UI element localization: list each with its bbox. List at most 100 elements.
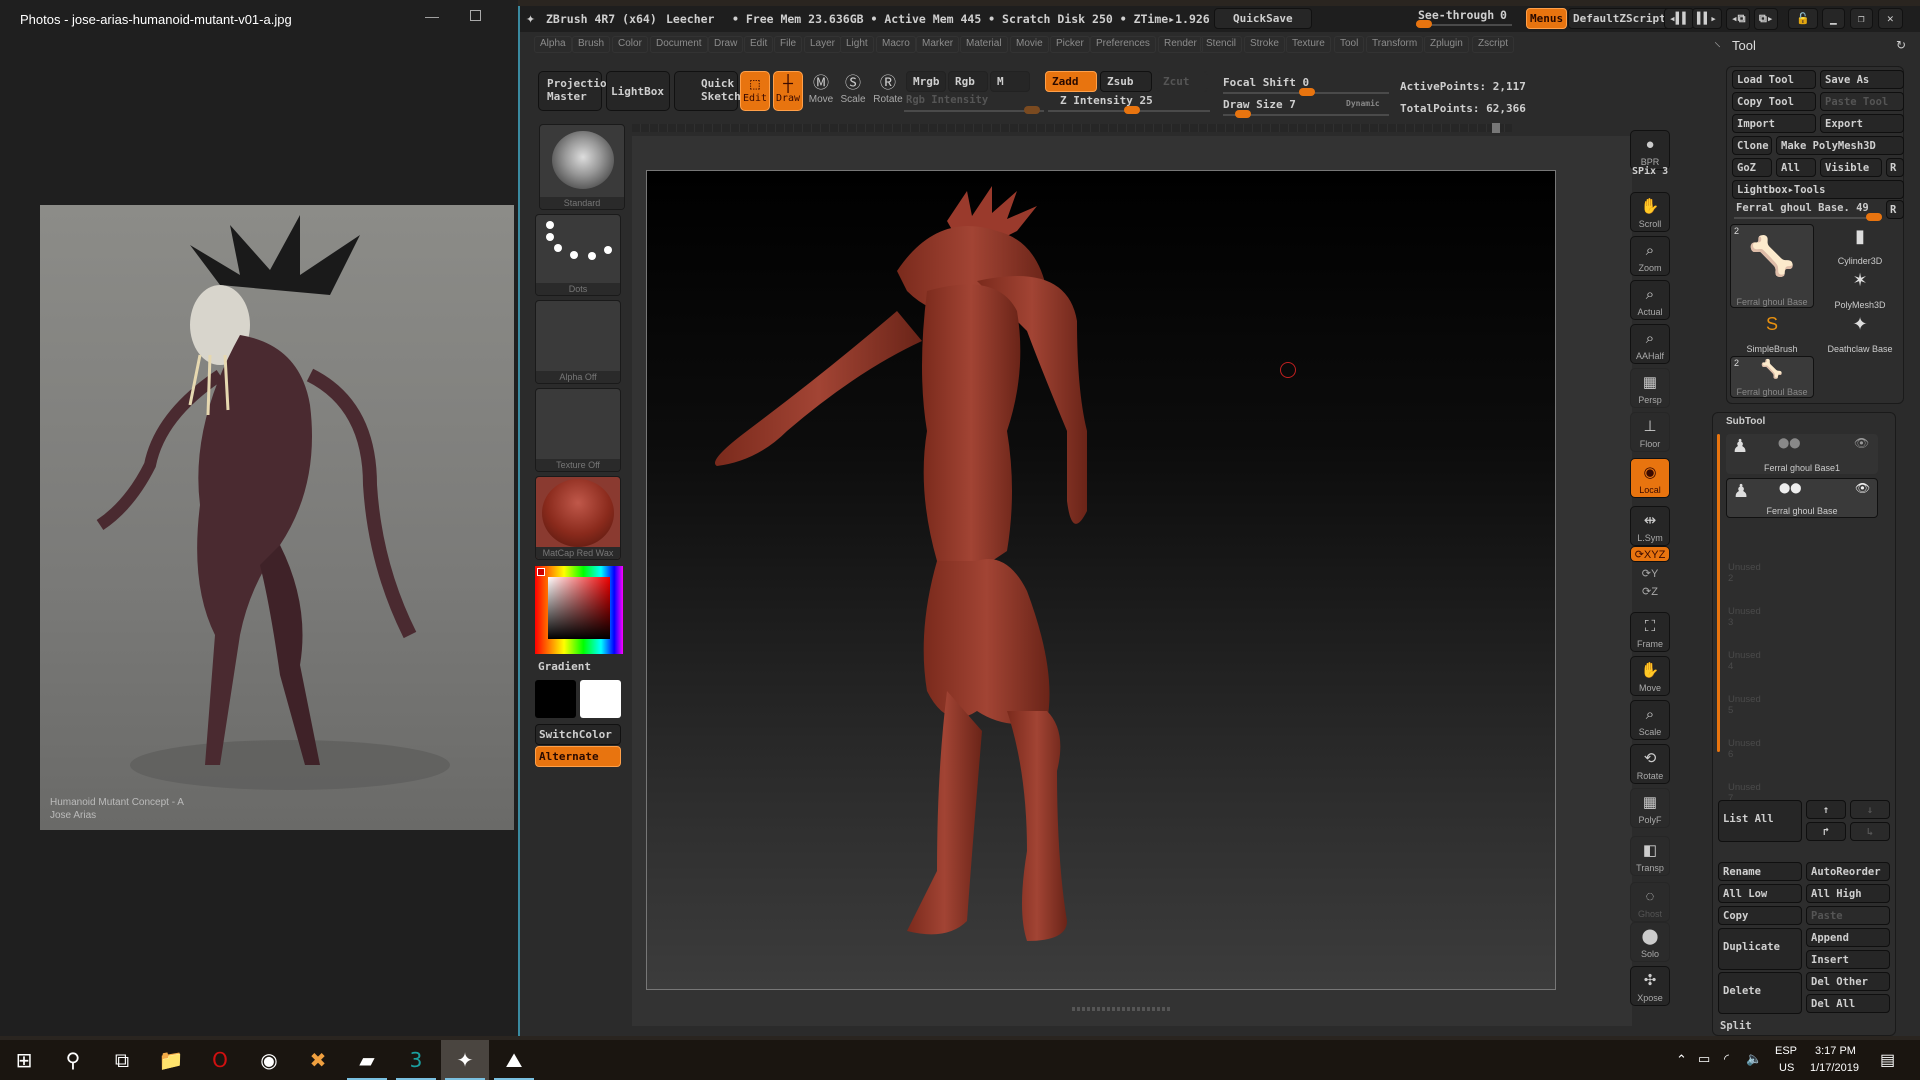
quicksave-button[interactable]: QuickSave [1214, 8, 1312, 29]
minimize-icon[interactable]: — [425, 8, 439, 24]
shelf-rotate-button[interactable]: ⟲ Rotate [1630, 744, 1670, 784]
shelf-polyf-button[interactable]: ▦ PolyF [1630, 788, 1670, 828]
edit-mode-button[interactable]: ⬚ Edit [740, 71, 770, 111]
bottom-tray-handle[interactable] [1072, 1007, 1172, 1011]
shelf-solo-button[interactable]: ⬤ Solo [1630, 922, 1670, 962]
input-language[interactable]: ESP [1775, 1045, 1797, 1057]
zbrush-icon[interactable]: ✦ [441, 1040, 489, 1080]
color-picker[interactable] [535, 566, 623, 654]
visibility-eye-icon[interactable]: 👁 [1854, 436, 1869, 450]
color-saturation-square[interactable] [548, 577, 610, 639]
menu-file[interactable]: File [774, 36, 803, 53]
menu-layer[interactable]: Layer [804, 36, 842, 53]
file-explorer-icon[interactable]: 📁 [147, 1040, 195, 1080]
subtool-scrollbar[interactable] [1717, 434, 1720, 752]
move-to-top-icon[interactable]: ↱ [1806, 822, 1846, 841]
dynamic-toggle[interactable]: Dynamic [1346, 99, 1380, 108]
duplicate-button[interactable]: Duplicate [1718, 928, 1802, 970]
shelf-xyz-button[interactable]: ⟳XYZ [1630, 546, 1670, 562]
layout-prev-icon[interactable]: ◂⧉ [1726, 8, 1751, 30]
shelf-zoom-button[interactable]: ⌕ Zoom [1630, 236, 1670, 276]
del-other-button[interactable]: Del Other [1806, 972, 1890, 991]
copy-subtool-button[interactable]: Copy [1718, 906, 1802, 925]
input-region[interactable]: US [1779, 1062, 1794, 1074]
subtool-row[interactable]: ♟ ⬤⬤ 👁 Ferral ghoul Base1 [1726, 434, 1878, 474]
media-disc-icon[interactable]: ◉ [245, 1040, 293, 1080]
interface-shrink-icon[interactable]: ◂▌▌ [1664, 8, 1694, 29]
z-intensity-slider[interactable] [1048, 106, 1210, 114]
subtool-row[interactable]: ♟ ⬤⬤ 👁 Ferral ghoul Base [1726, 478, 1878, 518]
lightbox-button[interactable]: LightBox [606, 71, 670, 111]
shelf-xpose-button[interactable]: ✣ Xpose [1630, 966, 1670, 1006]
list-all-button[interactable]: List All [1718, 800, 1802, 842]
shelf-ghost-button[interactable]: ◌ Ghost [1630, 882, 1670, 922]
goz-visible-button[interactable]: Visible [1820, 158, 1882, 177]
tool-thumbnail[interactable]: ▮ Cylinder3D [1818, 224, 1902, 266]
interface-grow-icon[interactable]: ▌▌▸ [1692, 8, 1722, 29]
autoreorder-button[interactable]: AutoReorder [1806, 862, 1890, 881]
shelf-l-sym-button[interactable]: ⇹ L.Sym [1630, 506, 1670, 546]
document-scroll-handle[interactable] [1492, 123, 1500, 133]
menu-material[interactable]: Material [960, 36, 1008, 53]
texture-picker[interactable]: Texture Off [535, 388, 621, 472]
document-canvas[interactable] [646, 170, 1556, 990]
window-close-icon[interactable]: ✕ [1878, 8, 1903, 29]
menu-document[interactable]: Document [650, 36, 708, 53]
menu-brush[interactable]: Brush [572, 36, 611, 53]
shelf-y-button[interactable]: ⟳Y [1630, 566, 1670, 584]
spix-slider[interactable]: SPix 3 [1632, 166, 1668, 177]
paste-tool-button[interactable]: Paste Tool [1820, 92, 1904, 111]
menu-tool[interactable]: Tool [1334, 36, 1365, 53]
save-as-button[interactable]: Save As [1820, 70, 1904, 89]
goz-r-button[interactable]: R [1886, 158, 1904, 177]
menu-marker[interactable]: Marker [916, 36, 960, 53]
menu-render[interactable]: Render [1158, 36, 1203, 53]
move-up-icon[interactable]: ↑ [1806, 800, 1846, 819]
shelf-move-button[interactable]: ✋ Move [1630, 656, 1670, 696]
main-color-swatch[interactable] [535, 680, 576, 718]
copy-tool-button[interactable]: Copy Tool [1732, 92, 1816, 111]
start-icon[interactable]: ⊞ [0, 1040, 48, 1080]
shelf-persp-button[interactable]: ▦ Persp [1630, 368, 1670, 408]
move-button[interactable]: Ⓜ Move [806, 74, 836, 105]
shelf-frame-button[interactable]: ⛶ Frame [1630, 612, 1670, 652]
menu-light[interactable]: Light [840, 36, 874, 53]
see-through-slider[interactable] [1416, 20, 1512, 28]
shelf-scale-button[interactable]: ⌕ Scale [1630, 700, 1670, 740]
quick-sketch-button[interactable]: Quick Sketch [674, 71, 741, 111]
append-button[interactable]: Append [1806, 928, 1890, 947]
draw-size-slider[interactable] [1223, 110, 1389, 118]
menu-stencil[interactable]: Stencil [1200, 36, 1243, 53]
clock-date[interactable]: 1/17/2019 [1810, 1062, 1859, 1074]
menu-preferences[interactable]: Preferences [1090, 36, 1156, 53]
menu-stroke[interactable]: Stroke [1244, 36, 1285, 53]
polypaint-toggle-icon[interactable]: ⬤⬤ [1778, 438, 1800, 449]
lightbox-tools-button[interactable]: Lightbox▸Tools [1732, 180, 1904, 199]
search-icon[interactable]: ⚲ [49, 1040, 97, 1080]
layout-next-icon[interactable]: ⧉▸ [1754, 8, 1779, 30]
alternate-button[interactable]: Alternate [535, 746, 621, 767]
m-button[interactable]: M [990, 71, 1030, 92]
menu-draw[interactable]: Draw [708, 36, 744, 53]
opera-icon[interactable]: O [196, 1040, 244, 1080]
shelf-transp-button[interactable]: ◧ Transp [1630, 836, 1670, 876]
gradient-label[interactable]: Gradient [538, 660, 591, 673]
switch-color-button[interactable]: SwitchColor [535, 724, 621, 745]
tool-r-button[interactable]: R [1886, 200, 1904, 219]
photos-titlebar[interactable]: Photos - jose-arias-humanoid-mutant-v01-… [0, 0, 518, 38]
brush-picker[interactable]: Standard [539, 124, 625, 210]
menu-movie[interactable]: Movie [1010, 36, 1049, 53]
3dsmax-icon[interactable]: 3 [392, 1040, 440, 1080]
focal-shift-slider[interactable] [1223, 88, 1389, 96]
menus-button[interactable]: Menus [1526, 8, 1568, 29]
battery-icon[interactable]: ▭ [1698, 1051, 1710, 1067]
tool-thumbnail[interactable]: ✶ PolyMesh3D [1818, 268, 1902, 310]
polypaint-toggle-icon[interactable]: ⬤⬤ [1779, 483, 1801, 494]
all-low-button[interactable]: All Low [1718, 884, 1802, 903]
move-to-bottom-icon[interactable]: ↳ [1850, 822, 1890, 841]
material-picker[interactable]: MatCap Red Wax [535, 476, 621, 560]
maximize-icon[interactable] [470, 10, 481, 21]
lock-icon[interactable]: 🔓 [1788, 8, 1818, 29]
goz-button[interactable]: GoZ [1732, 158, 1772, 177]
zsub-button[interactable]: Zsub [1100, 71, 1152, 92]
